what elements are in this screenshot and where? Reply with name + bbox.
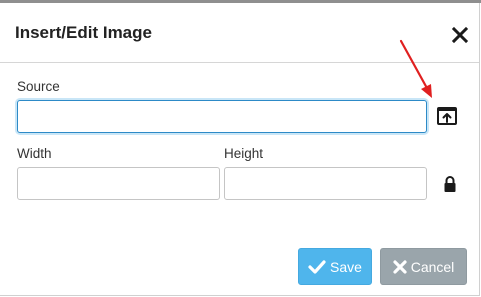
width-label: Width xyxy=(17,146,52,161)
browse-button[interactable] xyxy=(436,105,458,127)
dialog-title: Insert/Edit Image xyxy=(15,23,152,42)
cancel-button[interactable]: Cancel xyxy=(380,248,467,285)
source-label: Source xyxy=(17,79,60,94)
dialog-header: Insert/Edit Image xyxy=(0,3,479,63)
close-button[interactable] xyxy=(450,25,470,45)
height-input[interactable] xyxy=(224,167,427,200)
checkmark-icon xyxy=(308,259,326,274)
insert-edit-image-dialog: Insert/Edit Image Source Width Height Sa… xyxy=(0,3,480,296)
source-input[interactable] xyxy=(17,100,427,133)
close-icon xyxy=(451,26,469,44)
constrain-proportions-toggle[interactable] xyxy=(443,175,457,193)
height-label: Height xyxy=(224,146,264,161)
browse-upload-icon xyxy=(437,107,457,125)
lock-icon xyxy=(444,176,456,192)
save-button[interactable]: Save xyxy=(298,248,372,285)
x-icon xyxy=(393,259,407,274)
cancel-button-label: Cancel xyxy=(410,258,455,275)
width-input[interactable] xyxy=(17,167,220,200)
save-button-label: Save xyxy=(330,258,362,275)
